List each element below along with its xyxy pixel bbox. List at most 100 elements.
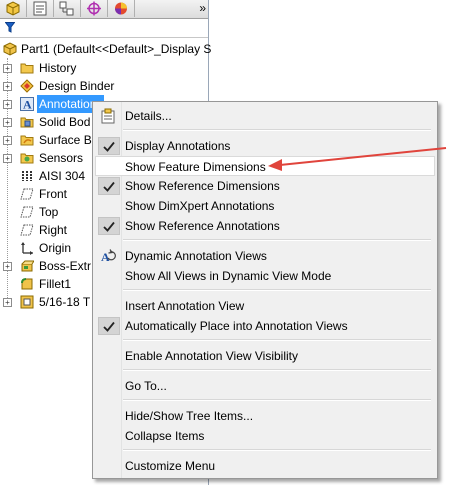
panel-tab-bar: »: [0, 0, 208, 19]
origin-icon: [21, 242, 33, 255]
menu-item-hide-show-tree-items[interactable]: Hide/Show Tree Items...: [95, 406, 435, 426]
menu-item-display-annotations[interactable]: Display Annotations: [95, 136, 435, 156]
plane-icon: [20, 188, 34, 200]
tree-item-label: Origin: [39, 241, 72, 255]
tree-item-label: Design Binder: [39, 79, 115, 93]
svg-text:A: A: [23, 98, 32, 112]
menu-item-label: Collapse Items: [125, 429, 205, 443]
menu-item-insert-annotation-view[interactable]: Insert Annotation View: [95, 296, 435, 316]
checkmark: [98, 177, 120, 195]
property-manager-icon: [33, 1, 47, 16]
menu-separator: [123, 369, 431, 371]
tree-filter-bar[interactable]: [0, 19, 208, 38]
expand-toggle[interactable]: +: [3, 118, 12, 127]
tab-dimxpert-manager[interactable]: [81, 0, 108, 17]
check-icon: [103, 321, 115, 332]
tree-item-label: Sensors: [39, 151, 84, 165]
context-menu: Details... Display Annotations Show Feat…: [92, 101, 438, 479]
checkmark: [98, 317, 120, 335]
menu-separator: [123, 239, 431, 241]
material-icon: [22, 171, 32, 181]
menu-item-label: Automatically Place into Annotation View…: [125, 319, 348, 333]
tree-item-history[interactable]: + History: [0, 59, 208, 77]
tree-item-label: AISI 304: [39, 169, 86, 183]
expand-toggle[interactable]: +: [3, 154, 12, 163]
tree-root-label: Part1 (Default<<Default>_Display S: [21, 42, 212, 56]
menu-separator: [123, 129, 431, 131]
filter-icon[interactable]: [5, 22, 15, 33]
menu-item-label: Go To...: [125, 379, 167, 393]
menu-item-auto-place-annotation-views[interactable]: Automatically Place into Annotation View…: [95, 316, 435, 336]
menu-item-label: Display Annotations: [125, 139, 231, 153]
tree-item-label: History: [39, 61, 77, 75]
tree-item-label: Boss-Extr: [39, 259, 92, 273]
tab-configuration-manager[interactable]: [54, 0, 81, 17]
solid-bodies-icon: [20, 117, 34, 128]
menu-item-label: Show DimXpert Annotations: [125, 199, 275, 213]
expand-toggle[interactable]: +: [3, 100, 12, 109]
dimxpert-manager-icon: [87, 1, 101, 16]
menu-item-show-reference-annotations[interactable]: Show Reference Annotations: [95, 216, 435, 236]
menu-item-label: Show Reference Annotations: [125, 219, 280, 233]
tree-item-label: Front: [39, 187, 68, 201]
tree-item-label: Solid Bod: [39, 115, 91, 129]
more-tabs-button[interactable]: »: [199, 0, 206, 16]
menu-item-enable-annotation-view-visibility[interactable]: Enable Annotation View Visibility: [95, 346, 435, 366]
plane-icon: [20, 206, 34, 218]
expand-toggle[interactable]: +: [3, 136, 12, 145]
expand-toggle[interactable]: +: [3, 298, 12, 307]
menu-separator: [123, 449, 431, 451]
checkmark: [98, 137, 120, 155]
menu-item-label: Dynamic Annotation Views: [125, 249, 267, 263]
menu-item-label: Customize Menu: [125, 459, 216, 473]
plane-icon: [20, 224, 34, 236]
menu-item-label: Show All Views in Dynamic View Mode: [125, 269, 332, 283]
fillet-icon: [21, 278, 33, 290]
expand-toggle[interactable]: +: [3, 64, 12, 73]
design-binder-icon: [20, 79, 34, 93]
display-manager-icon: [115, 2, 127, 15]
check-icon: [103, 221, 115, 232]
svg-text:A: A: [101, 250, 110, 264]
menu-item-show-all-views-dynamic[interactable]: Show All Views in Dynamic View Mode: [95, 266, 435, 286]
hole-icon: [20, 295, 34, 309]
menu-item-go-to[interactable]: Go To...: [95, 376, 435, 396]
configuration-manager-icon: [59, 1, 74, 16]
menu-item-customize-menu[interactable]: Customize Menu: [95, 456, 435, 476]
tree-item-design-binder[interactable]: + Design Binder: [0, 77, 208, 95]
tab-property-manager[interactable]: [27, 0, 54, 17]
menu-item-label: Insert Annotation View: [125, 299, 245, 313]
expand-toggle[interactable]: +: [3, 82, 12, 91]
menu-item-details[interactable]: Details...: [95, 106, 435, 126]
menu-separator: [123, 339, 431, 341]
tree-item-label: 5/16-18 T: [39, 295, 91, 309]
menu-item-label: Show Feature Dimensions: [125, 160, 266, 174]
menu-separator: [123, 289, 431, 291]
details-icon: [101, 108, 115, 124]
expand-toggle[interactable]: +: [3, 262, 12, 271]
sensors-icon: [20, 153, 34, 164]
menu-item-collapse-items[interactable]: Collapse Items: [95, 426, 435, 446]
menu-item-show-reference-dimensions[interactable]: Show Reference Dimensions: [95, 176, 435, 196]
part-icon: [3, 42, 17, 56]
menu-item-label: Show Reference Dimensions: [125, 179, 280, 193]
menu-item-show-dimxpert-annotations[interactable]: Show DimXpert Annotations: [95, 196, 435, 216]
feature-manager-icon: [6, 1, 20, 16]
menu-item-label: Enable Annotation View Visibility: [125, 349, 299, 363]
surface-bodies-icon: [20, 135, 34, 146]
check-icon: [103, 181, 115, 192]
menu-item-label: Hide/Show Tree Items...: [125, 409, 254, 423]
checkmark: [98, 217, 120, 235]
tree-root-part[interactable]: Part1 (Default<<Default>_Display S: [0, 40, 212, 58]
tab-display-manager[interactable]: [108, 0, 135, 17]
menu-item-label: Details...: [125, 109, 172, 123]
menu-separator: [123, 399, 431, 401]
menu-item-dynamic-annotation-views[interactable]: A Dynamic Annotation Views: [95, 246, 435, 266]
dynamic-views-icon: A: [101, 249, 116, 264]
check-icon: [103, 141, 115, 152]
tab-feature-manager[interactable]: [0, 0, 27, 17]
extrude-icon: [21, 260, 34, 272]
menu-item-show-feature-dimensions[interactable]: Show Feature Dimensions: [95, 156, 435, 176]
tree-item-label: Top: [39, 205, 59, 219]
history-folder-icon: [20, 63, 34, 74]
